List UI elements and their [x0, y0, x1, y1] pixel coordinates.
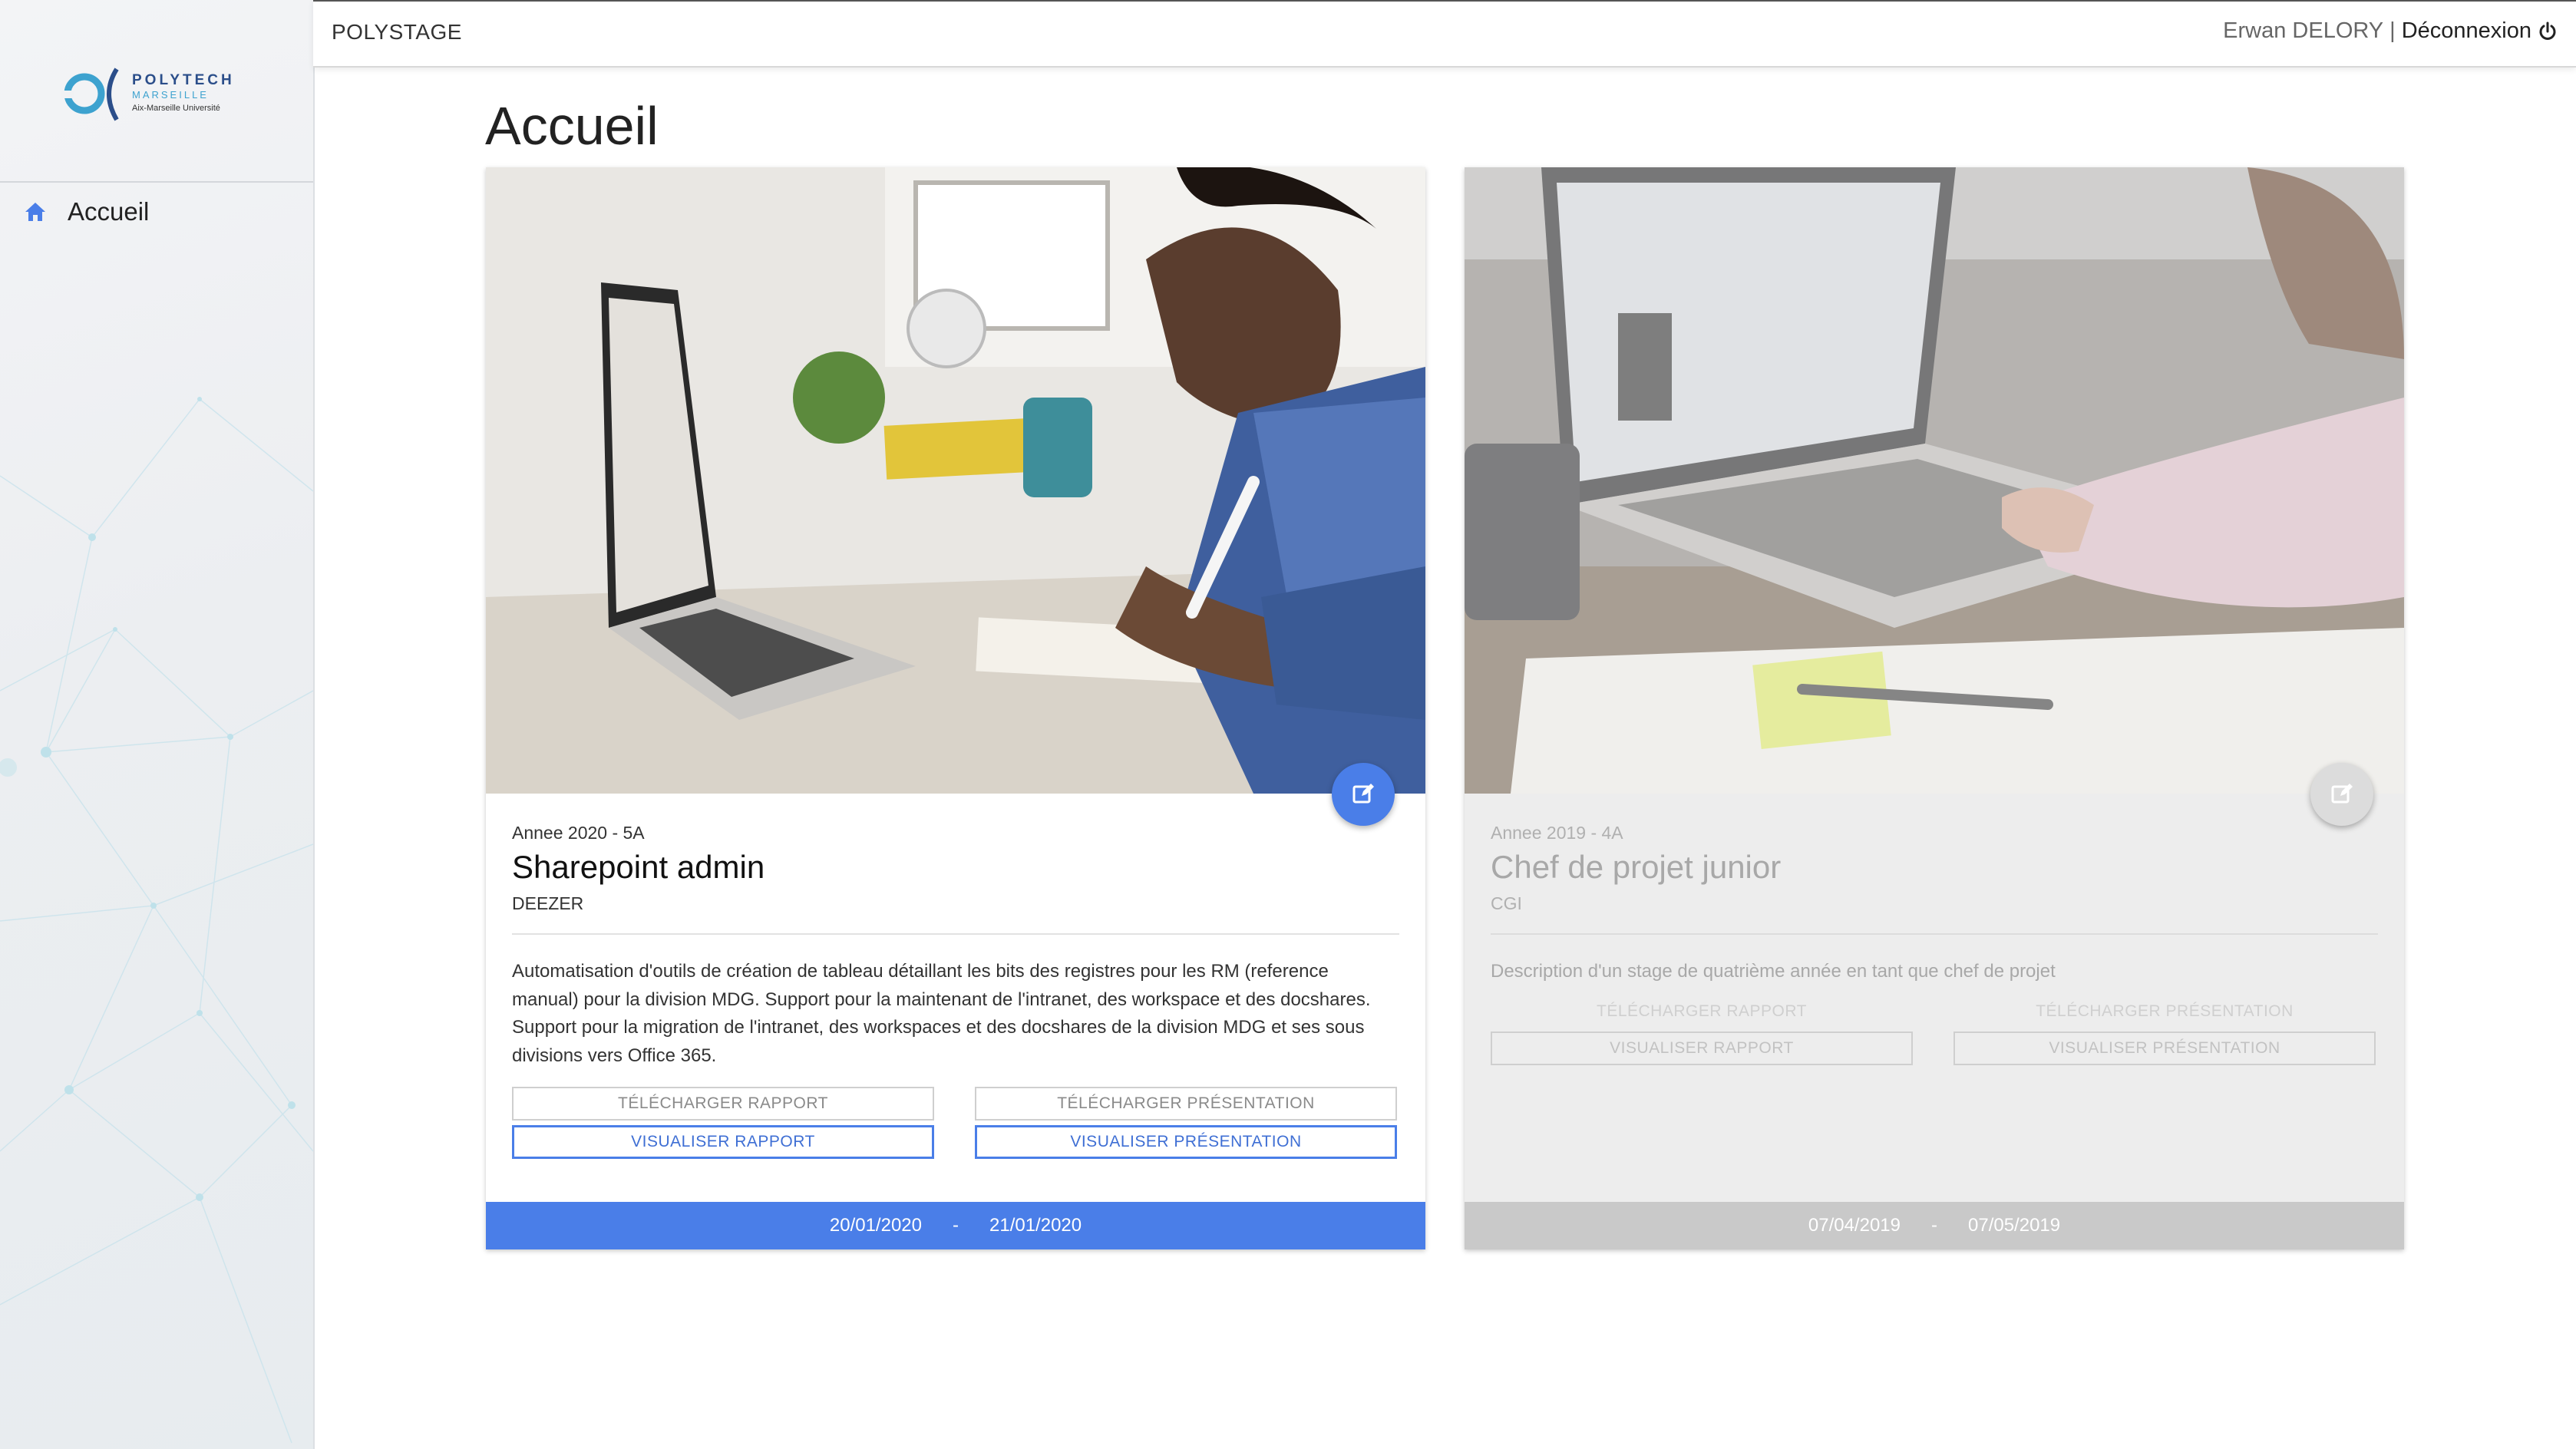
end-date: 21/01/2020	[989, 1215, 1082, 1236]
card-description: Automatisation d'outils de création de t…	[512, 961, 1371, 1066]
sidebar: POLYTECH MARSEILLE Aix-Marseille Univers…	[0, 0, 315, 1449]
user-menu: Erwan DELORY | Déconnexion	[2223, 18, 2559, 44]
card-photo	[1465, 167, 2404, 794]
view-report-button[interactable]: VISUALISER RAPPORT	[1491, 1031, 1913, 1065]
top-navbar: POLYSTAGE Erwan DELORY | Déconnexion	[313, 0, 2576, 68]
download-report-button[interactable]: TÉLÉCHARGER RAPPORT	[512, 1087, 934, 1121]
download-presentation-button[interactable]: TÉLÉCHARGER PRÉSENTATION	[1953, 995, 2376, 1028]
page-title: Accueil	[485, 96, 659, 156]
user-separator: |	[2389, 18, 2396, 43]
logout-link[interactable]: Déconnexion	[2402, 18, 2531, 44]
date-separator: -	[1931, 1215, 1937, 1236]
card-company: CGI	[1491, 893, 1522, 913]
polytech-logo-mark: POLYTECH MARSEILLE Aix-Marseille Univers…	[61, 68, 235, 121]
polytech-logo[interactable]: POLYTECH MARSEILLE Aix-Marseille Univers…	[61, 64, 253, 121]
end-date: 07/05/2019	[1968, 1215, 2061, 1236]
edit-button[interactable]	[1332, 763, 1395, 826]
card-dates-footer: 20/01/2020 - 21/01/2020	[486, 1202, 1425, 1249]
logo-line1: POLYTECH	[132, 72, 235, 88]
sidebar-item-accueil[interactable]: Accueil	[23, 190, 149, 233]
start-date: 20/01/2020	[829, 1215, 922, 1236]
card-divider	[512, 933, 1399, 935]
view-presentation-button[interactable]: VISUALISER PRÉSENTATION	[1953, 1031, 2376, 1065]
card-year: Annee 2019 - 4A	[1491, 823, 1623, 843]
download-report-button[interactable]: TÉLÉCHARGER RAPPORT	[1491, 995, 1913, 1028]
card-dates-footer: 07/04/2019 - 07/05/2019	[1465, 1202, 2404, 1249]
internship-card: Annee 2020 - 5A Sharepoint admin DEEZER …	[486, 167, 1425, 1249]
card-description: Description d'un stage de quatrième anné…	[1491, 961, 2056, 982]
card-title: Chef de projet junior	[1491, 849, 1782, 885]
view-report-button[interactable]: VISUALISER RAPPORT	[512, 1125, 934, 1159]
logo-line2: MARSEILLE	[132, 89, 209, 101]
date-separator: -	[953, 1215, 959, 1236]
card-photo	[486, 167, 1425, 794]
edit-icon	[2330, 781, 2354, 809]
start-date: 07/04/2019	[1808, 1215, 1901, 1236]
view-presentation-button[interactable]: VISUALISER PRÉSENTATION	[975, 1125, 1397, 1159]
card-divider	[1491, 933, 2378, 935]
internship-card: Annee 2019 - 4A Chef de projet junior CG…	[1465, 167, 2404, 1249]
sidebar-divider	[0, 181, 313, 183]
card-company: DEEZER	[512, 893, 584, 913]
edit-icon	[1351, 781, 1376, 809]
sidebar-item-label: Accueil	[68, 197, 150, 226]
download-presentation-button[interactable]: TÉLÉCHARGER PRÉSENTATION	[975, 1087, 1397, 1121]
power-icon[interactable]	[2538, 21, 2559, 42]
home-icon	[23, 200, 48, 224]
card-year: Annee 2020 - 5A	[512, 823, 645, 843]
card-title: Sharepoint admin	[512, 849, 765, 885]
username: Erwan DELORY	[2223, 18, 2384, 43]
edit-button[interactable]	[2310, 763, 2373, 826]
app-brand[interactable]: POLYSTAGE	[332, 20, 462, 45]
logo-line3: Aix-Marseille Université	[132, 104, 220, 113]
